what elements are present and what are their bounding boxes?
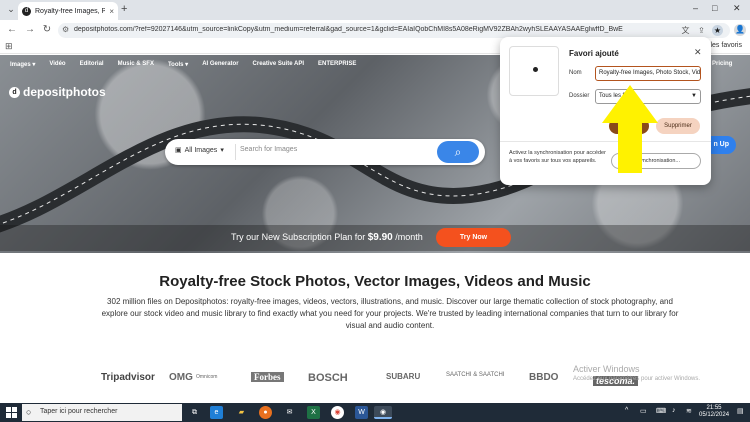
firefox-icon[interactable]: ● [259,406,272,419]
nav-item[interactable]: ENTERPRISE [318,61,356,68]
chrome-active-icon[interactable]: ◉ [374,406,392,419]
logo-text: depositphotos [23,85,106,99]
pricing-link[interactable]: Pricing [712,61,732,67]
share-icon[interactable]: ⇪ [696,25,707,36]
promo-suffix: /month [392,232,423,242]
brand-logo: BBDO [529,372,559,383]
brand-logo: SAATCHI & SAATCHI [446,372,505,378]
taskbar: ○ Taper ici pour rechercher ⧉ e ▰ ● ✉ X … [0,403,750,422]
nav-item[interactable]: Vidéo [49,61,65,68]
site-logo[interactable]: d depositphotos [9,85,106,99]
taskbar-search-input[interactable]: Taper ici pour rechercher [40,408,117,415]
favicon-icon [533,67,538,72]
url-text[interactable]: depositphotos.com/?ref=92027146&utm_sour… [74,26,634,33]
taskbar-search[interactable]: ○ Taper ici pour rechercher [22,404,182,421]
activate-windows-title: Activer Windows [573,364,640,374]
mail-icon[interactable]: ✉ [283,406,296,419]
try-now-button[interactable]: Try Now [436,228,511,247]
back-button[interactable]: ← [6,24,18,35]
brand-logo: Tripadvisor [101,372,155,383]
new-tab-button[interactable]: + [121,4,127,15]
clock-date: 05/12/2024 [699,412,730,418]
windows-start-icon[interactable] [6,407,17,418]
image-icon: ▣ [175,147,182,154]
tray-chevron-icon[interactable]: ^ [625,407,628,414]
category-dropdown[interactable]: ▣ All Images ▾ [175,146,224,155]
tab-depositphotos[interactable]: d Royalty-free Images, Photo Sto... × [18,2,118,20]
bookmark-star-icon[interactable]: ★ [712,25,723,36]
bookmark-thumbnail [509,46,559,96]
site-navigation: Images ▾ Vidéo Editorial Music & SFX Too… [10,61,356,68]
nav-item[interactable]: Editorial [80,61,104,68]
nav-item[interactable]: Music & SFX [118,61,154,68]
address-bar[interactable]: ⚙ depositphotos.com/?ref=92027146&utm_so… [58,23,730,38]
bookmark-name-input[interactable]: Royalty-free Images, Photo Stock, Vide [595,66,701,81]
search-button[interactable]: ⌕ [437,141,479,163]
chevron-down-icon: ▼ [691,93,697,99]
close-window-button[interactable]: ✕ [733,3,741,14]
name-label: Nom [569,70,582,76]
apps-grid-icon[interactable]: ⊞ [5,41,13,52]
minimize-button[interactable]: – [693,3,698,13]
chevron-down-icon: ▾ [220,147,224,154]
search-input[interactable]: Search for Images [240,146,297,153]
excel-icon[interactable]: X [307,406,320,419]
translate-icon[interactable]: 文 [680,25,691,36]
folder-label: Dossier [569,93,590,99]
maximize-button[interactable]: □ [712,3,717,13]
search-icon: ⌕ [454,145,462,159]
tab-close-icon[interactable]: × [109,7,114,16]
page-title: Royalty-free Stock Photos, Vector Images… [159,273,591,290]
keyboard-icon[interactable]: ⌨ [656,407,666,415]
promo-message: Try our New Subscription Plan for $9.90 … [231,232,423,243]
edge-icon[interactable]: e [210,406,223,419]
file-explorer-icon[interactable]: ▰ [235,406,248,419]
promo-price: $9.90 [367,232,393,243]
client-logos: Tripadvisor OMG Omnicom Forbes BOSCH SUB… [96,372,656,394]
forward-button[interactable]: → [24,24,36,35]
site-favicon-icon: d [22,6,31,16]
promo-prefix: Try our New Subscription Plan for [231,232,368,242]
search-bar: ▣ All Images ▾ Search for Images ⌕ [165,139,485,165]
brand-logo: SUBARU [386,372,421,381]
close-icon[interactable]: ✕ [694,47,702,58]
task-view-icon[interactable]: ⧉ [188,406,201,419]
chrome-icon[interactable]: ◉ [331,406,344,419]
site-info-icon[interactable]: ⚙ [62,25,69,34]
annotation-arrow-icon [602,85,658,173]
network-icon[interactable]: ▭ [640,407,647,415]
volume-icon[interactable]: ♪ [672,407,676,414]
word-icon[interactable]: W [355,406,368,419]
brand-logo: Forbes [251,372,284,382]
logo-icon: d [9,86,20,98]
notifications-icon[interactable]: ▤ [737,407,744,415]
nav-item[interactable]: Creative Suite API [253,61,304,68]
clock-time: 21:55 [706,405,722,411]
divider [235,144,236,160]
delete-button[interactable]: Supprimer [656,118,700,134]
reload-button[interactable]: ↻ [41,24,53,35]
page-description: 302 million files on Depositphotos: roya… [101,297,679,330]
tab-search-icon[interactable]: ⌄ [4,4,18,16]
tab-title: Royalty-free Images, Photo Sto... [35,7,106,15]
dialog-title: Favori ajouté [569,49,619,58]
profile-icon[interactable]: 👤 [734,24,746,36]
nav-item[interactable]: Tools ▾ [168,61,188,68]
brand-logo: BOSCH [308,372,348,384]
brand-logo: OMG [169,372,193,383]
nav-item[interactable]: AI Generator [202,61,238,68]
activate-windows-subtitle: Accédez aux paramètres pour activer Wind… [573,376,701,382]
wifi-icon[interactable]: ≋ [686,407,692,415]
brand-logo: Omnicom [196,374,218,380]
nav-item[interactable]: Images ▾ [10,61,35,68]
promo-strip: Try our New Subscription Plan for $9.90 … [0,225,750,251]
category-label: All Images [184,146,218,154]
sync-message: Activez la synchronisation pour accéder … [509,150,606,164]
search-icon: ○ [26,407,32,417]
clock[interactable]: 21:55 05/12/2024 [699,405,729,419]
tab-strip: ⌄ d Royalty-free Images, Photo Sto... × … [0,0,750,20]
